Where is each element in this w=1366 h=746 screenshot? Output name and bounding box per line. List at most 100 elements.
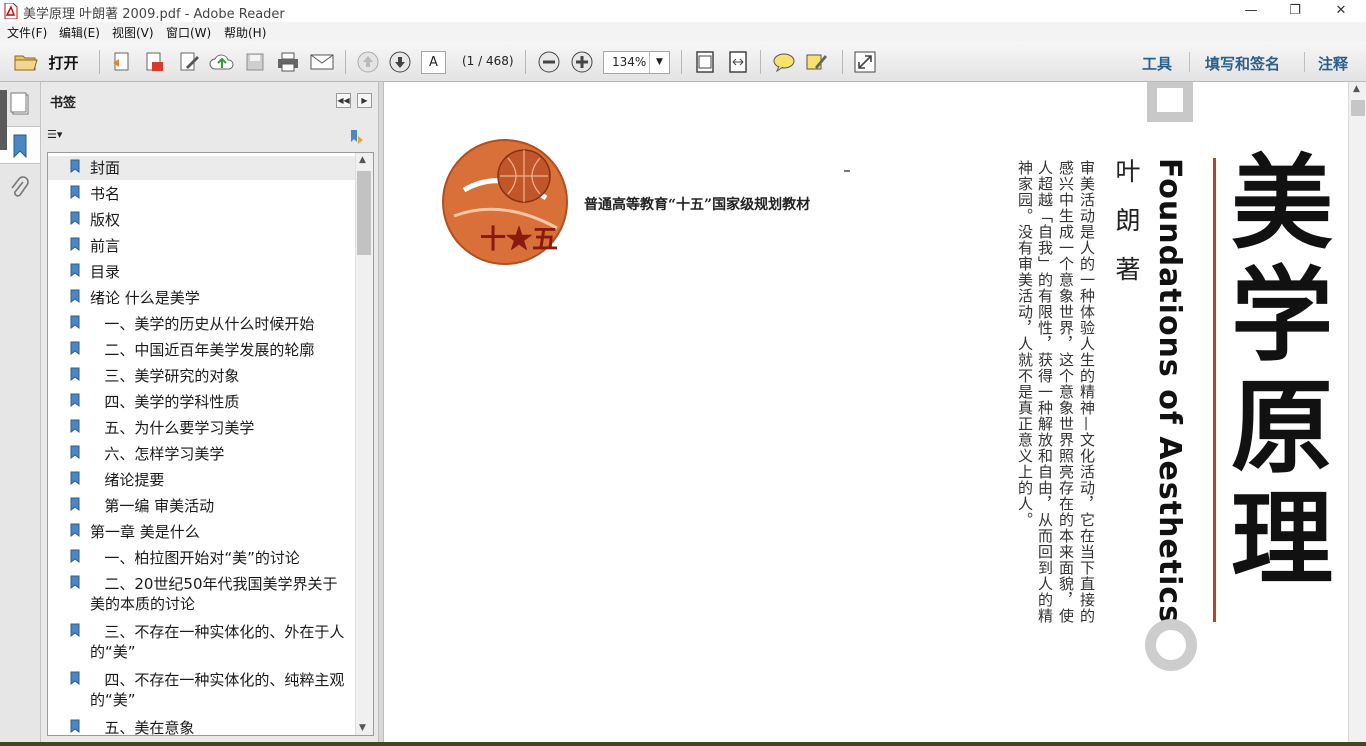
bookmark-item[interactable]: 书名 — [48, 182, 355, 206]
create-pdf-icon — [113, 52, 129, 71]
bookmark-item[interactable]: 绪论提要 — [48, 468, 355, 492]
english-title: Foundations of Aesthetics — [1152, 158, 1187, 625]
email-button[interactable] — [307, 49, 337, 75]
bookmark-icon — [70, 393, 80, 407]
bookmark-item[interactable]: 绪论 什么是美学 — [48, 286, 355, 310]
bookmark-label: 四、不存在一种实体化的、纯粹主观的“美” — [90, 671, 345, 709]
arrow-up-circle-icon — [357, 51, 379, 73]
bookmark-item[interactable]: 四、美学的学科性质 — [48, 390, 355, 414]
open-button[interactable]: 打开 — [8, 49, 84, 75]
open-label: 打开 — [48, 53, 79, 72]
bookmark-item[interactable]: 三、不存在一种实体化的、外在于人的“美” — [48, 620, 355, 664]
bookmark-item[interactable]: 目录 — [48, 260, 355, 284]
bookmark-icon — [70, 263, 80, 277]
next-panel-button[interactable]: ▶ — [357, 93, 372, 108]
bookmark-item[interactable]: 六、怎样学习美学 — [48, 442, 355, 466]
edit-pdf-button[interactable] — [175, 49, 203, 75]
bookmark-label: 第一章 美是什么 — [90, 523, 200, 541]
fit-width-button[interactable] — [724, 49, 752, 75]
bookmark-item[interactable]: 二、中国近百年美学发展的轮廓 — [48, 338, 355, 362]
bookmark-tree: 封面 书名 版权 前言 目录 绪论 什么是美学 一、美学的历史从什么时候开始 二、中国近百… — [47, 152, 374, 736]
envelope-icon — [310, 54, 334, 70]
highlight-button[interactable] — [803, 49, 831, 75]
bookmark-item[interactable]: 封面 — [48, 156, 355, 180]
zoom-in-button[interactable] — [568, 49, 596, 75]
link-divider — [1189, 52, 1190, 72]
bookmark-label: 五、美在意象 — [90, 719, 195, 736]
bookmark-item[interactable]: 第一章 美是什么 — [48, 520, 355, 544]
export-pdf-button[interactable] — [140, 49, 168, 75]
bookmark-item[interactable]: 四、不存在一种实体化的、纯粹主观的“美” — [48, 668, 355, 712]
fill-sign-link[interactable]: 填写和签名 — [1205, 53, 1280, 74]
panel-header: 书签 ◀◀ ▶ — [41, 82, 378, 118]
tools-link[interactable]: 工具 — [1142, 53, 1172, 74]
zoom-out-button[interactable] — [535, 49, 563, 75]
restore-button[interactable]: ❐ — [1272, 0, 1318, 22]
bookmark-item[interactable]: 五、为什么要学习美学 — [48, 416, 355, 440]
print-button[interactable] — [273, 49, 303, 75]
menu-edit[interactable]: 编辑(E) — [59, 24, 100, 41]
page-number-input[interactable]: A — [421, 51, 446, 74]
bookmark-item[interactable]: 版权 — [48, 208, 355, 232]
export-pdf-icon — [146, 52, 163, 71]
print-speck — [844, 170, 850, 172]
create-pdf-button[interactable] — [108, 49, 136, 75]
scrollbar-thumb[interactable] — [1351, 100, 1365, 116]
menu-window[interactable]: 窗口(W) — [166, 24, 211, 41]
panel-grip[interactable] — [0, 90, 7, 150]
scroll-down-icon[interactable]: ▼ — [359, 723, 366, 733]
bookmark-item[interactable]: 二、20世纪50年代我国美学界关于美的本质的讨论 — [48, 572, 355, 616]
previous-page-button[interactable] — [354, 49, 382, 75]
minimize-button[interactable]: — — [1228, 0, 1274, 22]
bookmark-item[interactable]: 五、美在意象 — [48, 716, 355, 736]
options-menu-button[interactable]: ☰▾ — [47, 128, 73, 146]
title-char: 美 — [1231, 144, 1333, 264]
toolbar-divider — [345, 50, 346, 74]
chevron-down-icon[interactable]: ▼ — [649, 52, 669, 73]
bookmark-icon — [70, 289, 80, 303]
next-page-button[interactable] — [386, 49, 414, 75]
publisher-line: 普通高等教育“十五”国家级规划教材 — [584, 197, 811, 213]
upload-button[interactable] — [207, 49, 237, 75]
bookmark-item[interactable]: 一、美学的历史从什么时候开始 — [48, 312, 355, 336]
scrollbar-thumb[interactable] — [357, 171, 371, 255]
zoom-select[interactable]: 134% ▼ — [603, 51, 670, 74]
bookmark-label: 二、中国近百年美学发展的轮廓 — [90, 341, 315, 359]
bookmark-label: 五、为什么要学习美学 — [90, 419, 255, 437]
speech-bubble-icon — [773, 53, 795, 73]
scroll-up-icon[interactable]: ▲ — [359, 155, 366, 165]
full-screen-button[interactable] — [851, 49, 879, 75]
fit-page-button[interactable] — [691, 49, 719, 75]
comment-link[interactable]: 注释 — [1318, 53, 1348, 74]
save-button[interactable] — [242, 49, 268, 75]
close-button[interactable]: ✕ — [1318, 0, 1364, 22]
bookmark-item[interactable]: 第一编 审美活动 — [48, 494, 355, 518]
menu-file[interactable]: 文件(F) — [7, 24, 47, 41]
minus-circle-icon — [538, 51, 560, 73]
bookmark-icon — [70, 185, 80, 199]
bookmark-scrollbar[interactable]: ▲ ▼ — [355, 153, 373, 735]
bookmark-item[interactable]: 一、柏拉图开始对“美”的讨论 — [48, 546, 355, 570]
scroll-up-icon[interactable]: ▲ — [1353, 84, 1360, 94]
document-view[interactable]: 十★五 普通高等教育“十五”国家级规划教材 神家园。没有审美活动，人就不是真正意… — [384, 82, 1348, 742]
expand-bookmark-icon[interactable] — [348, 128, 366, 146]
bookmark-icon — [70, 419, 80, 433]
page-thumbnails-icon[interactable] — [10, 92, 32, 116]
comment-button[interactable] — [770, 49, 798, 75]
menu-help[interactable]: 帮助(H) — [224, 24, 266, 41]
title-char: 原 — [1231, 368, 1333, 488]
document-scrollbar[interactable]: ▲ — [1348, 82, 1366, 742]
panel-title: 书签 — [50, 96, 77, 111]
bookmark-icon — [70, 315, 80, 329]
bookmark-item[interactable]: 三、美学研究的对象 — [48, 364, 355, 388]
zoom-value: 134% — [612, 55, 647, 69]
intro-column-1: 审美活动是人的一种体验人生的精神—文化活动，它在当下直接的 — [1078, 160, 1096, 624]
menu-view[interactable]: 视图(V) — [112, 24, 154, 41]
collapse-panel-button[interactable]: ◀◀ — [336, 93, 351, 108]
paperclip-icon[interactable] — [9, 176, 31, 202]
intro-column-2: 感兴中生成一个意象世界，这个意象世界照亮存在的本来面貌，使 — [1057, 160, 1075, 624]
bookmark-item[interactable]: 前言 — [48, 234, 355, 258]
decorative-circle-icon — [1145, 619, 1197, 671]
bookmark-icon — [70, 341, 80, 355]
toolbar-divider — [525, 50, 526, 74]
